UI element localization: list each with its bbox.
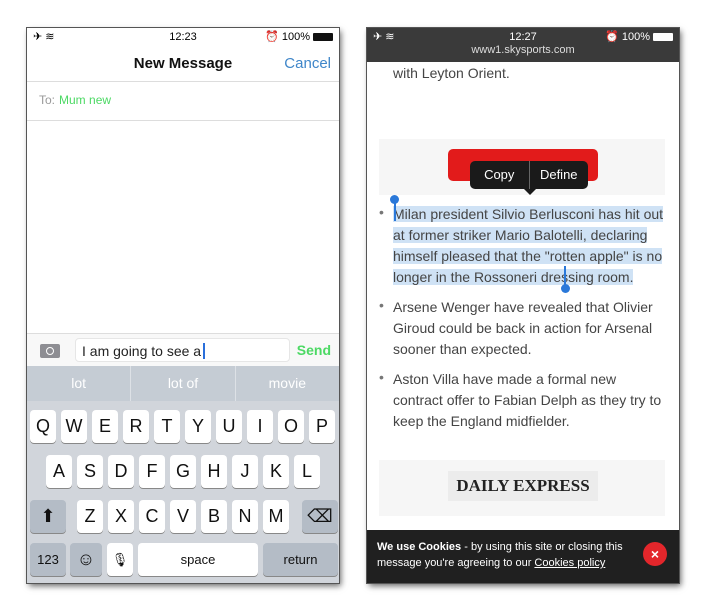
- message-text: I am going to see a: [82, 343, 202, 359]
- selection-handle-end[interactable]: [561, 284, 570, 293]
- key-x[interactable]: X: [108, 500, 134, 533]
- camera-icon[interactable]: [40, 344, 60, 358]
- battery-percent: 100%: [621, 30, 650, 43]
- article-bullet: Milan president Silvio Berlusconi has hi…: [393, 204, 665, 288]
- daily-express-logo: DAILY EXPRESS: [448, 471, 598, 501]
- key-y[interactable]: Y: [185, 410, 211, 443]
- cookies-policy-link[interactable]: Cookies policy: [534, 557, 605, 569]
- key-s[interactable]: S: [77, 455, 103, 488]
- shift-key-icon[interactable]: ⬆: [30, 500, 66, 533]
- key-q[interactable]: Q: [30, 410, 56, 443]
- article-bullet: Aston Villa have made a formal new contr…: [393, 371, 662, 429]
- safari-phone: chance of a quick return to management w…: [367, 28, 679, 583]
- edit-menu: Copy Define: [470, 161, 589, 195]
- key-h[interactable]: H: [201, 455, 227, 488]
- airplane-wifi-icon: ✈ ≋: [33, 31, 55, 43]
- browser-bar: ✈ ≋ 12:27 ⏰ 100% www1.skysports.com: [367, 28, 679, 62]
- key-n[interactable]: N: [232, 500, 258, 533]
- key-a[interactable]: A: [46, 455, 72, 488]
- battery-icon: [313, 32, 333, 41]
- article-bullet: Arsene Wenger have revealed that Olivier…: [393, 299, 653, 357]
- messages-phone: ✈ ≋ 12:23 ⏰ 100% New Message Cancel To: Mu…: [27, 28, 339, 583]
- bullet: •: [379, 297, 384, 313]
- selected-text[interactable]: Milan president Silvio Berlusconi has hi…: [393, 206, 664, 285]
- key-v[interactable]: V: [170, 500, 196, 533]
- key-k[interactable]: K: [263, 455, 289, 488]
- key-i[interactable]: I: [247, 410, 273, 443]
- key-c[interactable]: C: [139, 500, 165, 533]
- bullet: •: [379, 204, 384, 220]
- status-bar: ✈ ≋ 12:27 ⏰ 100%: [367, 28, 679, 45]
- status-time: 12:27: [509, 30, 537, 43]
- bullet: •: [379, 369, 384, 385]
- status-time: 12:23: [169, 30, 197, 43]
- close-icon[interactable]: ×: [643, 542, 667, 566]
- return-key[interactable]: return: [263, 543, 338, 576]
- cookie-title: We use Cookies: [377, 541, 462, 553]
- cancel-button[interactable]: Cancel: [284, 55, 331, 72]
- key-t[interactable]: T: [154, 410, 180, 443]
- emoji-key-icon[interactable]: ☺: [70, 543, 102, 576]
- suggestion[interactable]: movie: [236, 366, 339, 401]
- key-b[interactable]: B: [201, 500, 227, 533]
- copy-button[interactable]: Copy: [470, 161, 530, 189]
- key-z[interactable]: Z: [77, 500, 103, 533]
- key-g[interactable]: G: [170, 455, 196, 488]
- key-f[interactable]: F: [139, 455, 165, 488]
- key-w[interactable]: W: [61, 410, 87, 443]
- numbers-key[interactable]: 123: [30, 543, 66, 576]
- suggestion[interactable]: lot: [27, 366, 132, 401]
- define-button[interactable]: Define: [530, 161, 589, 189]
- key-e[interactable]: E: [92, 410, 118, 443]
- send-button[interactable]: Send: [297, 342, 331, 358]
- space-key[interactable]: space: [138, 543, 258, 576]
- key-m[interactable]: M: [263, 500, 289, 533]
- keyboard: Q W E R T Y U I O P A S D F G H J K L ⬆ Z X C V B N M ⌫ 123 ☺ 🎙 space re…: [27, 401, 339, 583]
- suggestion[interactable]: lot of: [131, 366, 236, 401]
- to-label: To:: [39, 93, 56, 107]
- page-title: New Message: [133, 54, 233, 72]
- selection-line: [394, 201, 396, 221]
- key-p[interactable]: P: [309, 410, 335, 443]
- key-j[interactable]: J: [232, 455, 258, 488]
- recipient-chip[interactable]: Mum new: [59, 93, 111, 107]
- alarm-icon: ⏰: [265, 31, 279, 43]
- ad-banner[interactable]: DAILY EXPRESS: [379, 460, 665, 516]
- status-bar: ✈ ≋ 12:23 ⏰ 100%: [27, 28, 339, 45]
- predictive-bar: lot lot of movie: [27, 366, 339, 401]
- key-d[interactable]: D: [108, 455, 134, 488]
- nav-bar: New Message Cancel: [27, 45, 339, 82]
- compose-bar: I am going to see a Send: [27, 333, 339, 366]
- key-r[interactable]: R: [123, 410, 149, 443]
- text-cursor: [203, 343, 206, 359]
- message-input[interactable]: I am going to see a: [75, 338, 290, 362]
- airplane-wifi-icon: ✈ ≋: [373, 31, 395, 43]
- alarm-icon: ⏰: [605, 31, 619, 43]
- delete-key-icon[interactable]: ⌫: [302, 500, 338, 533]
- microphone-key-icon[interactable]: 🎙: [107, 543, 133, 576]
- key-u[interactable]: U: [216, 410, 242, 443]
- to-field[interactable]: To: Mum new: [27, 82, 339, 121]
- selection-line: [564, 266, 566, 286]
- key-l[interactable]: L: [294, 455, 320, 488]
- url-bar[interactable]: www1.skysports.com: [367, 44, 679, 56]
- battery-icon: [653, 32, 673, 41]
- key-o[interactable]: O: [278, 410, 304, 443]
- cookie-banner: We use Cookies - by using this site or c…: [367, 530, 679, 583]
- battery-percent: 100%: [281, 30, 310, 43]
